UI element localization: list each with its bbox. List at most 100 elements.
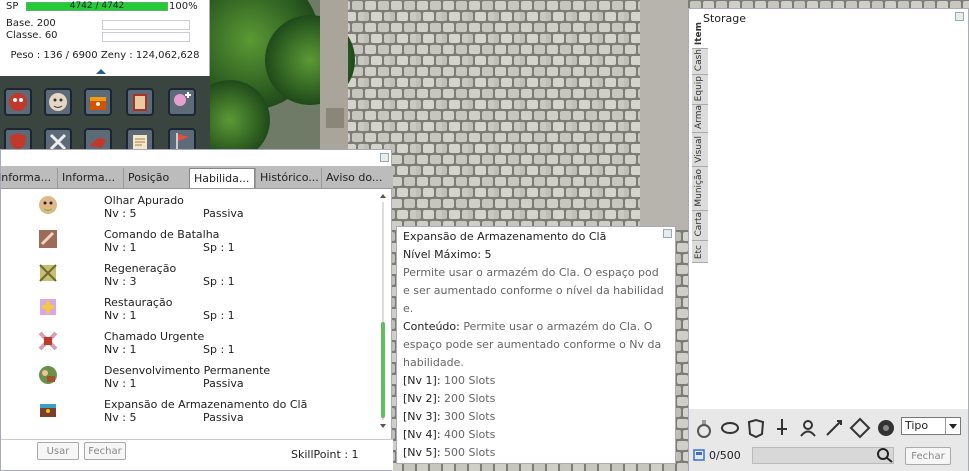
- costume-icon[interactable]: [797, 417, 819, 439]
- storage-tabs: Item Cash Equip Arma Visual Munição Cart…: [692, 22, 708, 263]
- tab-label: Munição: [694, 169, 704, 207]
- tab-info-2[interactable]: Informa...: [57, 168, 123, 188]
- ring-icon[interactable]: [719, 417, 741, 439]
- skill-cost: Passiva: [203, 411, 244, 424]
- skill-row[interactable]: Desenvolvimento Permanente Nv : 1 Passiv…: [1, 360, 381, 394]
- base-level: Base. 200: [6, 18, 56, 29]
- class-level: Classe. 60: [6, 30, 58, 41]
- close-icon[interactable]: [955, 12, 964, 21]
- skill-row[interactable]: Restauração Nv : 1 Sp : 1: [1, 292, 381, 326]
- tooltip-line-text: e ser aumentado conforme o nível da habi…: [403, 284, 664, 297]
- skill-window-footer: Usar Fechar SkillPoint : 1: [1, 439, 393, 470]
- close-button[interactable]: Fechar: [84, 442, 126, 460]
- sp-percent: 100%: [169, 1, 198, 12]
- beast-icon: [49, 93, 67, 111]
- search-input[interactable]: [752, 447, 894, 464]
- spellbook-icon: [133, 94, 147, 111]
- hotkey-skill-1[interactable]: [4, 88, 32, 116]
- skill-cost: Sp : 1: [203, 275, 235, 288]
- skill-scrollbar[interactable]: [379, 194, 387, 428]
- tab-visual[interactable]: Visual: [692, 133, 708, 167]
- tooltip-line-text: [Nv 2]:: [403, 392, 445, 405]
- tab-weapon[interactable]: Arma: [692, 105, 708, 133]
- skill-row[interactable]: Comando de Batalha Nv : 1 Sp : 1: [1, 224, 381, 258]
- skill-cost: Sp : 1: [203, 309, 235, 322]
- tab-notice[interactable]: Aviso do...: [321, 168, 391, 188]
- tooltip-line-text: Conteúdo:: [403, 320, 464, 333]
- tooltip-line-text: espaço pode ser aumentado conforme o Nv …: [403, 338, 662, 351]
- skill-level: Nv : 1: [104, 309, 137, 322]
- tab-etc[interactable]: Etc: [692, 241, 708, 263]
- tooltip-line-text: Permite usar o armazém do Cla. O espaço …: [403, 266, 659, 279]
- tooltip-line: [Nv 3]: 300 Slots: [403, 408, 495, 426]
- scroll-up-icon[interactable]: [380, 194, 386, 198]
- tab-info-1[interactable]: Informa...: [0, 168, 57, 188]
- tooltip-line: e ser aumentado conforme o nível da habi…: [403, 282, 664, 300]
- tab-equip[interactable]: Equip: [692, 75, 708, 105]
- skill-row[interactable]: Expansão de Armazenamento do Clã Nv : 5 …: [1, 394, 381, 428]
- tab-history[interactable]: Histórico...: [255, 168, 321, 188]
- tooltip-line: [Nv 1]: 100 Slots: [403, 372, 495, 390]
- tooltip-line: espaço pode ser aumentado conforme o Nv …: [403, 336, 661, 354]
- hotkey-skill-4[interactable]: [126, 88, 154, 116]
- sword-icon[interactable]: [771, 417, 793, 439]
- skill-tooltip: Expansão de Armazenamento do Clã Nível Má…: [396, 226, 676, 464]
- tooltip-line: e.: [403, 300, 413, 318]
- tab-skills[interactable]: Habilida...: [189, 168, 255, 188]
- skill-window: Informa... Informa... Posição Habilida..…: [0, 149, 393, 471]
- tooltip-line-value: 400 Slots: [444, 428, 496, 441]
- tab-cash[interactable]: Cash: [692, 49, 708, 75]
- skill-name: Expansão de Armazenamento do Clã: [104, 398, 308, 411]
- storage-item-grid[interactable]: [709, 25, 967, 409]
- tooltip-line: Permite usar o armazém do Cla. O espaço …: [403, 264, 659, 282]
- tab-item[interactable]: Item: [692, 22, 708, 49]
- hotkey-skill-2[interactable]: [44, 88, 72, 116]
- tab-card[interactable]: Carta: [692, 211, 708, 241]
- urgent-call-icon: [38, 331, 58, 351]
- hotkey-bar: [0, 69, 210, 156]
- skill-window-titlebar[interactable]: [1, 150, 391, 165]
- skill-level: Nv : 1: [104, 377, 137, 390]
- skill-level: Nv : 1: [104, 241, 137, 254]
- collapse-arrow-icon[interactable]: [96, 69, 106, 74]
- hotkey-skill-5[interactable]: [168, 88, 196, 116]
- scroll-down-icon[interactable]: [380, 424, 386, 428]
- armor-icon[interactable]: [745, 417, 767, 439]
- close-button[interactable]: Fechar: [905, 447, 951, 465]
- close-icon[interactable]: [380, 153, 389, 162]
- card-icon[interactable]: [849, 417, 871, 439]
- chevron-down-icon[interactable]: [945, 418, 960, 434]
- sort-select[interactable]: Tipo: [901, 417, 961, 435]
- skill-name: Desenvolvimento Permanente: [104, 364, 271, 377]
- skill-row[interactable]: Chamado Urgente Nv : 1 Sp : 1: [1, 326, 381, 360]
- search-icon[interactable]: [875, 446, 895, 464]
- guild-storage-icon: [40, 404, 56, 417]
- battle-command-icon: [39, 230, 57, 248]
- tab-position[interactable]: Posição: [123, 168, 189, 188]
- ammo-icon[interactable]: [823, 417, 845, 439]
- regeneration-icon: [39, 264, 57, 282]
- use-button[interactable]: Usar: [37, 442, 79, 460]
- skill-row[interactable]: Regeneração Nv : 3 Sp : 1: [1, 258, 381, 292]
- tooltip-line: [Nv 5]: 500 Slots: [403, 444, 495, 462]
- skill-cost: Passiva: [203, 207, 244, 220]
- storage-capacity-icon: [693, 449, 705, 461]
- skill-name: Regeneração: [104, 262, 177, 275]
- potion-icon[interactable]: [693, 417, 715, 439]
- skill-level: Nv : 5: [104, 411, 137, 424]
- sp-label: SP: [6, 1, 19, 12]
- sp-value: 4742 / 4742: [69, 1, 125, 11]
- etc-icon[interactable]: [875, 417, 897, 439]
- scroll-thumb[interactable]: [381, 322, 385, 418]
- tooltip-line-text: habilidade.: [403, 356, 464, 369]
- skill-row[interactable]: Olhar Apurado Nv : 5 Passiva: [1, 190, 381, 224]
- tab-ammo[interactable]: Munição: [692, 167, 708, 211]
- eagle-eye-icon: [39, 196, 57, 214]
- permanent-development-icon: [39, 366, 57, 384]
- close-icon[interactable]: [663, 229, 672, 238]
- tooltip-line: Expansão de Armazenamento do Clã: [403, 228, 606, 246]
- skill-name: Olhar Apurado: [104, 194, 184, 207]
- hotkey-skill-3[interactable]: [84, 88, 112, 116]
- tooltip-line: habilidade.: [403, 354, 464, 372]
- tab-label: Visual: [694, 136, 704, 163]
